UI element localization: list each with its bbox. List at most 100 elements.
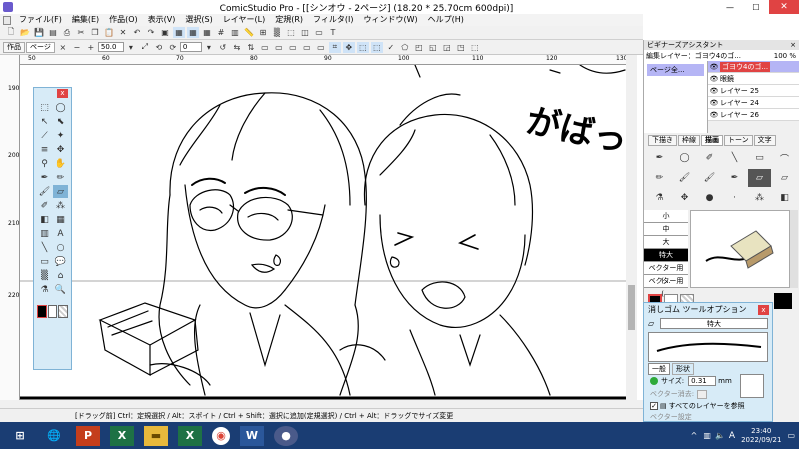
layer-row[interactable]: 👁 レイヤー 26 [708,109,799,121]
size-preset-value[interactable]: 特大 [660,317,768,329]
print-icon[interactable]: ⎙ [61,27,73,38]
eye-icon[interactable]: 👁 [708,111,720,119]
menu-work[interactable]: 作品(O) [104,14,143,26]
preset-spray-icon[interactable]: ⁂ [748,189,771,207]
preset-marker-icon[interactable]: ✐ [698,149,721,167]
rotate-left-icon[interactable]: ⟲ [153,42,165,53]
eye-icon[interactable]: 👁 [708,75,720,83]
shape-2-icon[interactable]: ◰ [413,42,425,53]
layer-row[interactable]: 👁 ゴヨウ4のゴ... [708,61,799,73]
pen-tool-icon[interactable]: ✒ [37,171,52,184]
zoom-input[interactable]: 50.0 [97,42,124,52]
preset-dropper-icon[interactable]: ⚗ [648,189,671,207]
preset-nib-icon[interactable]: ✒ [723,169,746,187]
tab-general[interactable]: 一般 [648,363,670,375]
tab-text[interactable]: 文字 [753,135,776,146]
network-icon[interactable]: ▥ [703,431,711,440]
size-large[interactable]: 大 [644,236,688,249]
layout-1-icon[interactable]: ▦ [173,27,185,38]
ruler-icon[interactable]: 📏 [243,27,255,38]
comicstudio-icon[interactable]: ● [274,425,298,446]
clear-icon[interactable]: ✕ [117,27,129,38]
tone-tool-icon[interactable]: ▒ [37,269,52,282]
size-scrollbar[interactable] [790,210,798,288]
open-icon[interactable]: 📂 [19,27,31,38]
scale-icon[interactable]: ⬚ [356,41,369,53]
ellipse-tool-icon[interactable]: ○ [53,241,68,254]
chrome-icon[interactable]: ◉ [212,426,230,445]
panel-close-icon[interactable]: × [790,41,799,49]
shape-4-icon[interactable]: ◲ [441,42,453,53]
shape-6-icon[interactable]: ⬚ [469,42,481,53]
transparent-color-swatch[interactable] [58,304,69,318]
eye-icon[interactable]: 👁 [708,87,720,95]
volume-icon[interactable]: 🔈 [715,431,725,440]
stamp-tool-icon[interactable]: ⌂ [53,269,68,282]
drawing-canvas[interactable]: がばっ [20,65,630,400]
vertical-scrollbar[interactable] [626,55,637,400]
fill-tool-icon[interactable]: ◧ [37,213,52,226]
scroll-thumb[interactable] [628,285,635,330]
panel-icon[interactable]: ▭ [313,27,325,38]
marker-tool-icon[interactable]: ✐ [37,199,52,212]
cut-icon[interactable]: ✂ [75,27,87,38]
line-tool-icon[interactable]: ╲ [37,241,52,254]
tab-work[interactable]: 作品 [3,41,25,53]
eraser-tool-icon[interactable]: ▱ [53,185,68,198]
menu-view[interactable]: 表示(V) [143,14,181,26]
browser-icon[interactable]: 🌐 [42,426,66,446]
size-input[interactable]: 0.31 [688,376,717,386]
preset-brush-icon[interactable]: 🖌 [673,169,696,187]
excel-app-icon[interactable]: X [110,425,134,446]
gradient-tool-icon[interactable]: ▥ [37,227,52,240]
menu-window[interactable]: ウィンドウ(W) [358,14,422,26]
display-3-icon[interactable]: ▭ [287,42,299,53]
view-icon[interactable]: ▣ [159,27,171,38]
zoom-dropdown-icon[interactable]: ▾ [125,42,137,53]
size-vector-2[interactable]: ベクター用(... [644,275,688,298]
shape-3-icon[interactable]: ◱ [427,42,439,53]
layer-row[interactable]: 👁 レイヤー 25 [708,85,799,97]
minimize-button[interactable]: — [717,3,743,12]
tab-draw[interactable]: 描画 [701,135,723,146]
tab-page[interactable]: ページ [26,41,55,53]
ruler-tool-icon[interactable]: ⟋ [37,129,52,142]
display-2-icon[interactable]: ▭ [273,42,285,53]
preset-pen-icon[interactable]: ✒ [648,149,671,167]
close-icon[interactable]: × [57,42,69,53]
selection-icon[interactable]: ⬚ [285,27,297,38]
rotate-dropdown-icon[interactable]: ▾ [203,42,215,53]
redo-icon[interactable]: ↷ [145,27,157,38]
pattern-tool-icon[interactable]: ▦ [53,213,68,226]
preset-dot-icon[interactable]: · [723,189,746,207]
menu-filter[interactable]: フィルタ(I) [308,14,358,26]
magic-wand-icon[interactable]: ✦ [53,129,68,142]
rotate-right-icon[interactable]: ⟳ [167,42,179,53]
paste-icon[interactable]: 📋 [103,27,115,38]
display-5-icon[interactable]: ▭ [315,42,327,53]
sub-color-swatch[interactable] [47,304,58,318]
page-all-button[interactable]: ページ全... [647,64,704,76]
excel-icon[interactable]: X [178,425,202,446]
preset-lasso-icon[interactable]: ◯ [673,149,696,167]
text-tool-icon[interactable]: A [53,227,68,240]
zoom-tool-icon[interactable]: ⚲ [37,157,52,170]
preset-fill-icon[interactable]: ◧ [773,189,796,207]
display-1-icon[interactable]: ▭ [259,42,271,53]
check-icon[interactable]: ✓ [385,42,397,53]
grid-icon[interactable]: # [215,27,227,38]
menu-help[interactable]: ヘルプ(H) [423,14,469,26]
layer-move-icon[interactable]: ≡ [37,143,52,156]
lasso-tool-icon[interactable]: ◯ [53,101,68,114]
main-color-swatch[interactable] [37,304,47,318]
select-tool-icon[interactable]: ⬚ [370,41,383,53]
tab-sketch[interactable]: 下描き [648,135,677,146]
zoom-out-icon[interactable]: − [71,42,83,53]
search-tool-icon[interactable]: 🔍 [53,283,68,296]
copy-icon[interactable]: ❐ [89,27,101,38]
close-button[interactable]: ✕ [769,0,799,14]
object-select-icon[interactable]: ⬉ [53,115,68,128]
transform-icon[interactable]: ⌗ [328,41,341,53]
tool-palette-close[interactable]: x [57,89,68,98]
shape-5-icon[interactable]: ◳ [455,42,467,53]
